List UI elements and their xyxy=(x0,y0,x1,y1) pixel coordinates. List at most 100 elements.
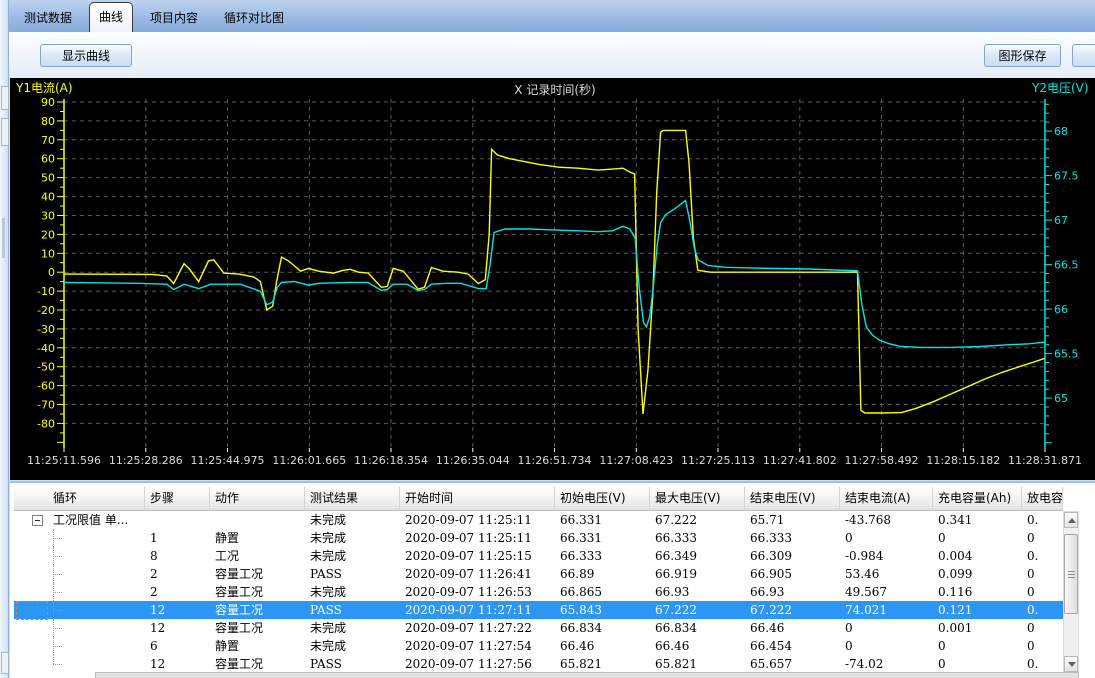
column-header-10[interactable]: 放电容量(Ah) xyxy=(1022,487,1063,511)
y1-tick-label: -20 xyxy=(37,304,55,317)
table-row-1[interactable]: 1静置未完成2020-09-07 11:25:1166.33166.33366.… xyxy=(14,529,1063,547)
x-tick-label: 11:26:35.044 xyxy=(436,454,510,467)
table-cell xyxy=(14,547,145,565)
column-header-4[interactable]: 开始时间 xyxy=(400,487,555,511)
table-cell: 66.333 xyxy=(745,529,840,547)
x-tick-label: 11:26:51.734 xyxy=(518,454,592,467)
table-cell: 66.834 xyxy=(555,619,650,637)
table-cell: 49.567 xyxy=(840,583,933,601)
table-cell: 2020-09-07 11:25:11 xyxy=(400,511,555,529)
column-header-1[interactable]: 步骤 xyxy=(145,487,210,511)
y2-tick-label: 65 xyxy=(1054,392,1068,405)
x-tick-label: 11:28:31.871 xyxy=(1008,454,1082,467)
table-row-3[interactable]: 2容量工况PASS2020-09-07 11:26:4166.8966.9196… xyxy=(14,565,1063,583)
table-row-6[interactable]: 12容量工况未完成2020-09-07 11:27:2266.83466.834… xyxy=(14,619,1063,637)
results-table-panel: 循环步骤动作测试结果开始时间初始电压(V)最大电压(V)结束电压(V)结束电流(… xyxy=(10,481,1095,678)
table-cell: 67.222 xyxy=(745,601,840,619)
tab-3[interactable]: 循环对比图 xyxy=(215,5,293,32)
column-header-7[interactable]: 结束电压(V) xyxy=(745,487,840,511)
y1-tick-label: -40 xyxy=(37,342,55,355)
table-cell: -74.02 xyxy=(840,655,933,673)
table-cell: 静置 xyxy=(210,637,305,655)
column-header-3[interactable]: 测试结果 xyxy=(305,487,400,511)
y1-axis-title: Y1电流(A) xyxy=(15,81,73,95)
results-table: 循环步骤动作测试结果开始时间初始电压(V)最大电压(V)结束电压(V)结束电流(… xyxy=(14,487,1063,673)
scroll-down-icon[interactable] xyxy=(1064,656,1078,672)
table-cell: 6 xyxy=(145,637,210,655)
table-row-0[interactable]: 工况限值 单... 未完成2020-09-07 11:25:1166.33167.… xyxy=(14,511,1063,529)
column-header-8[interactable]: 结束电流(A) xyxy=(840,487,933,511)
table-cell: 67.222 xyxy=(650,511,745,529)
save-graph-button[interactable]: 图形保存 xyxy=(984,44,1061,67)
table-cell: 未完成 xyxy=(305,583,400,601)
app-window: 测试数据曲线项目内容循环对比图 显示曲线 图形保存 曲线 11:25:11.59… xyxy=(0,0,1095,678)
table-cell: 工况限值 单... xyxy=(14,511,145,529)
table-cell: 0. xyxy=(1022,511,1063,529)
y2-tick-label: 65.5 xyxy=(1054,348,1079,361)
table-cell: 0. xyxy=(1022,601,1063,619)
table-cell: 容量工况 xyxy=(210,583,305,601)
column-header-0[interactable]: 循环 xyxy=(14,487,145,511)
table-cell: 65.821 xyxy=(555,655,650,673)
table-cell: 2020-09-07 11:27:56 xyxy=(400,655,555,673)
table-cell: 容量工况 xyxy=(210,619,305,637)
tab-2[interactable]: 项目内容 xyxy=(141,5,207,32)
table-cell: 工况 xyxy=(210,547,305,565)
tab-0[interactable]: 测试数据 xyxy=(15,5,81,32)
table-horizontal-scrollbar[interactable] xyxy=(95,672,1079,678)
table-cell: 2 xyxy=(145,565,210,583)
panel-splitter[interactable] xyxy=(2,218,5,258)
table-cell: 66.905 xyxy=(745,565,840,583)
tab-1[interactable]: 曲线 xyxy=(89,2,133,32)
table-cell xyxy=(14,529,145,547)
table-cell: 66.865 xyxy=(555,583,650,601)
table-cell: 0.121 xyxy=(933,601,1022,619)
table-cell: 66.331 xyxy=(555,529,650,547)
table-cell: 65.843 xyxy=(555,601,650,619)
x-tick-label: 11:27:08.423 xyxy=(599,454,673,467)
column-header-9[interactable]: 充电容量(Ah) xyxy=(933,487,1022,511)
x-tick-label: 11:25:28.286 xyxy=(109,454,183,467)
column-header-5[interactable]: 初始电压(V) xyxy=(555,487,650,511)
y1-tick-label: -30 xyxy=(37,323,55,336)
table-cell: 容量工况 xyxy=(210,601,305,619)
table-cell: 66.333 xyxy=(555,547,650,565)
table-row-4[interactable]: 2容量工况未完成2020-09-07 11:26:5366.86566.9366… xyxy=(14,583,1063,601)
show-curve-button[interactable]: 显示曲线 xyxy=(40,44,132,67)
curve-settings-button[interactable]: 曲线 xyxy=(1072,44,1095,67)
table-cell: 0 xyxy=(840,529,933,547)
curve-chart: 11:25:11.59611:25:28.28611:25:44.97511:2… xyxy=(10,78,1095,480)
table-cell: 0 xyxy=(1022,529,1063,547)
table-row-7[interactable]: 6静置未完成2020-09-07 11:27:5466.4666.4666.45… xyxy=(14,637,1063,655)
scrollbar-thumb[interactable] xyxy=(1064,534,1078,614)
tree-collapse-icon[interactable] xyxy=(32,515,43,526)
table-cell: 0 xyxy=(1022,619,1063,637)
table-cell: -43.768 xyxy=(840,511,933,529)
table-cell: 66.46 xyxy=(555,637,650,655)
table-cell: 2020-09-07 11:26:41 xyxy=(400,565,555,583)
table-row-2[interactable]: 8工况未完成2020-09-07 11:25:1566.33366.34966.… xyxy=(14,547,1063,565)
y2-tick-label: 67.5 xyxy=(1054,170,1079,183)
y2-tick-label: 66.5 xyxy=(1054,259,1079,272)
scroll-up-icon[interactable] xyxy=(1064,512,1078,528)
table-cell: 未完成 xyxy=(305,511,400,529)
table-row-8[interactable]: 12容量工况PASS2020-09-07 11:27:5665.82165.82… xyxy=(14,655,1063,673)
column-header-6[interactable]: 最大电压(V) xyxy=(650,487,745,511)
y2-axis-title: Y2电压(V) xyxy=(1031,81,1089,95)
table-cell: 12 xyxy=(145,655,210,673)
table-cell: 0 xyxy=(1022,565,1063,583)
chart-panel: 11:25:11.59611:25:28.28611:25:44.97511:2… xyxy=(10,78,1095,480)
table-cell: 2020-09-07 11:26:53 xyxy=(400,583,555,601)
table-cell: 66.331 xyxy=(555,511,650,529)
table-cell: 2020-09-07 11:27:54 xyxy=(400,637,555,655)
x-tick-label: 11:25:11.596 xyxy=(27,454,101,467)
table-row-5[interactable]: 12容量工况PASS2020-09-07 11:27:1165.84367.22… xyxy=(14,601,1063,619)
y2-tick-label: 68 xyxy=(1054,125,1068,138)
table-cell: 2020-09-07 11:27:11 xyxy=(400,601,555,619)
main-area: 测试数据曲线项目内容循环对比图 显示曲线 图形保存 曲线 11:25:11.59… xyxy=(9,0,1095,678)
column-header-2[interactable]: 动作 xyxy=(210,487,305,511)
y1-tick-label: 90 xyxy=(41,96,55,109)
y1-tick-label: 50 xyxy=(41,172,55,185)
x-tick-label: 11:27:25.113 xyxy=(681,454,755,467)
table-vertical-scrollbar[interactable] xyxy=(1063,511,1079,673)
